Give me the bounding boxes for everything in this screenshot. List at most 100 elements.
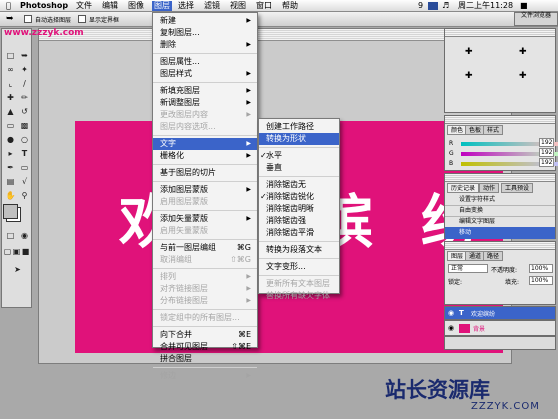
tab-tool-presets[interactable]: 工具预设 — [501, 183, 534, 193]
eye-icon[interactable]: ◉ — [448, 324, 454, 332]
hand-tool-icon[interactable]: ✋ — [4, 189, 17, 202]
layer_menu-item[interactable]: 新调整图层 ▶ — [153, 97, 257, 109]
layer-name[interactable]: 背景 — [473, 324, 485, 333]
eye-icon[interactable]: ◉ — [448, 309, 454, 317]
magic-wand-icon[interactable]: ✦ — [18, 63, 31, 76]
type_menu-item[interactable]: 消除锯齿强 — [259, 215, 339, 227]
tab-swatches[interactable]: 色板 — [465, 125, 486, 135]
blur-tool-icon[interactable]: ● — [4, 133, 17, 146]
layer_menu-item[interactable]: 与前一图层编组 ⌘G — [153, 242, 257, 254]
lasso-tool-icon[interactable]: ∞ — [4, 63, 17, 76]
layer_menu-item[interactable]: 添加矢量蒙版 ▶ — [153, 213, 257, 225]
history-brush-icon[interactable]: ↺ — [18, 105, 31, 118]
foreground-color-swatch[interactable] — [3, 204, 18, 219]
menu-window[interactable]: 窗口 — [256, 1, 272, 11]
layer_menu-item[interactable]: 基于图层的切片 — [153, 167, 257, 179]
screen-mode-2-icon[interactable]: ▣ — [12, 245, 21, 258]
auto-select-checkbox[interactable] — [24, 15, 32, 23]
zoom-tool-icon[interactable]: ⚲ — [18, 189, 31, 202]
tab-color[interactable]: 颜色 — [447, 125, 468, 135]
move-tool-icon[interactable]: ➥ — [6, 14, 14, 24]
type_menu-item[interactable]: 文字变形... — [259, 261, 339, 273]
shape-tool-icon[interactable]: ▭ — [18, 161, 31, 174]
type_menu-item[interactable]: ✓ 消除锯齿锐化 — [259, 191, 339, 203]
layer_menu-item[interactable]: 文字 ▶ — [153, 138, 257, 150]
menu-filter[interactable]: 滤镜 — [204, 1, 220, 11]
layer_menu-item[interactable]: 图层样式 ▶ — [153, 68, 257, 80]
speaker-icon[interactable]: ♬ — [442, 1, 449, 11]
fill-input[interactable]: 100% — [529, 276, 553, 285]
type-tool-icon[interactable]: T — [18, 147, 31, 160]
type_menu-item[interactable]: 消除锯齿明晰 — [259, 203, 339, 215]
type_menu-item[interactable]: 垂直 — [259, 162, 339, 174]
finder-icon[interactable]: ■ — [520, 1, 528, 11]
rgb-r-value[interactable]: 192 — [539, 138, 555, 147]
menu-view[interactable]: 视图 — [230, 1, 246, 11]
layer-row[interactable]: ◉ 背景 — [444, 320, 556, 336]
stamp-tool-icon[interactable]: ▲ — [4, 105, 17, 118]
menu-file[interactable]: 文件 — [76, 1, 92, 11]
opacity-input[interactable]: 100% — [529, 264, 553, 273]
flag-icon[interactable] — [428, 2, 438, 10]
tab-paths[interactable]: 路径 — [483, 251, 504, 261]
slice-tool-icon[interactable]: ∕ — [18, 77, 31, 90]
app-menu[interactable]: Photoshop — [20, 1, 68, 11]
marquee-tool-icon[interactable]: □ — [4, 49, 17, 62]
color-titlebar[interactable] — [445, 116, 555, 124]
layer_menu-item[interactable]: 拼合图层 — [153, 353, 257, 365]
screen-mode-1-icon[interactable]: ▢ — [3, 245, 12, 258]
navigator-titlebar[interactable] — [445, 29, 555, 37]
crop-tool-icon[interactable]: ⌞ — [4, 77, 17, 90]
notes-tool-icon[interactable]: ▤ — [4, 175, 17, 188]
menu-layer[interactable]: 图层 — [152, 1, 172, 11]
layer_menu-item[interactable]: 合并可见图层 ⇧⌘E — [153, 341, 257, 353]
layer_menu-item[interactable]: 图层属性... — [153, 56, 257, 68]
show-bounds-checkbox[interactable] — [78, 15, 86, 23]
document-titlebar[interactable] — [39, 29, 511, 41]
standard-mode-icon[interactable]: □ — [4, 229, 17, 242]
eyedropper-icon[interactable]: √ — [18, 175, 31, 188]
tab-channels[interactable]: 通道 — [465, 251, 486, 261]
type_menu-item[interactable]: 转换为形状 — [259, 133, 339, 145]
clock[interactable]: 周二上午11:28 — [458, 1, 513, 11]
layer_menu-item[interactable]: 栅格化 ▶ — [153, 150, 257, 162]
layer_menu-item[interactable]: 删除 ▶ — [153, 39, 257, 51]
history-item-active[interactable]: 移动 — [445, 227, 555, 239]
layer_menu-item[interactable]: 添加图层蒙版 ▶ — [153, 184, 257, 196]
menu-help[interactable]: 帮助 — [282, 1, 298, 11]
history-titlebar[interactable] — [445, 174, 555, 182]
rgb-g-value[interactable]: 192 — [539, 148, 555, 157]
move-tool-icon[interactable]: ➥ — [18, 49, 31, 62]
layer_menu-item[interactable]: 新填充图层 ▶ — [153, 85, 257, 97]
tab-actions[interactable]: 动作 — [479, 183, 500, 193]
healing-brush-icon[interactable]: ✚ — [4, 91, 17, 104]
type_menu-item[interactable]: 消除锯齿无 — [259, 179, 339, 191]
menu-edit[interactable]: 编辑 — [102, 1, 118, 11]
layer-name[interactable]: 欢迎缤纷 — [471, 309, 495, 318]
type_menu-item[interactable]: 转换为段落文本 — [259, 244, 339, 256]
gradient-tool-icon[interactable]: ▩ — [18, 119, 31, 132]
path-select-icon[interactable]: ▸ — [4, 147, 17, 160]
layers-titlebar[interactable] — [445, 242, 555, 250]
rgb-b-value[interactable]: 192 — [539, 158, 555, 167]
layer-row-active[interactable]: ◉ T 欢迎缤纷 — [444, 306, 556, 320]
type_menu-item[interactable]: 消除锯齿平滑 — [259, 227, 339, 239]
type_menu-item[interactable]: ✓ 水平 — [259, 150, 339, 162]
apple-menu[interactable]:  — [6, 1, 11, 11]
eraser-tool-icon[interactable]: ▭ — [4, 119, 17, 132]
file-browser-button[interactable]: 文件浏览器 — [514, 12, 558, 26]
menu-select[interactable]: 选择 — [178, 1, 194, 11]
layer_menu-item[interactable]: 新建 ▶ — [153, 15, 257, 27]
type_menu-item[interactable]: 创建工作路径 — [259, 121, 339, 133]
pen-tool-icon[interactable]: ✒ — [4, 161, 17, 174]
layer_menu-item[interactable]: 向下合并 ⌘E — [153, 329, 257, 341]
tab-styles[interactable]: 样式 — [483, 125, 504, 135]
screen-mode-3-icon[interactable]: ■ — [21, 245, 30, 258]
blend-mode-select[interactable]: 正常 — [448, 264, 488, 273]
dodge-tool-icon[interactable]: ○ — [18, 133, 31, 146]
menu-image[interactable]: 图像 — [128, 1, 144, 11]
jump-to-imageready-icon[interactable]: ➤ — [11, 263, 24, 276]
brush-tool-icon[interactable]: ✏ — [18, 91, 31, 104]
tab-layers[interactable]: 图层 — [447, 251, 468, 261]
quickmask-mode-icon[interactable]: ◉ — [18, 229, 31, 242]
